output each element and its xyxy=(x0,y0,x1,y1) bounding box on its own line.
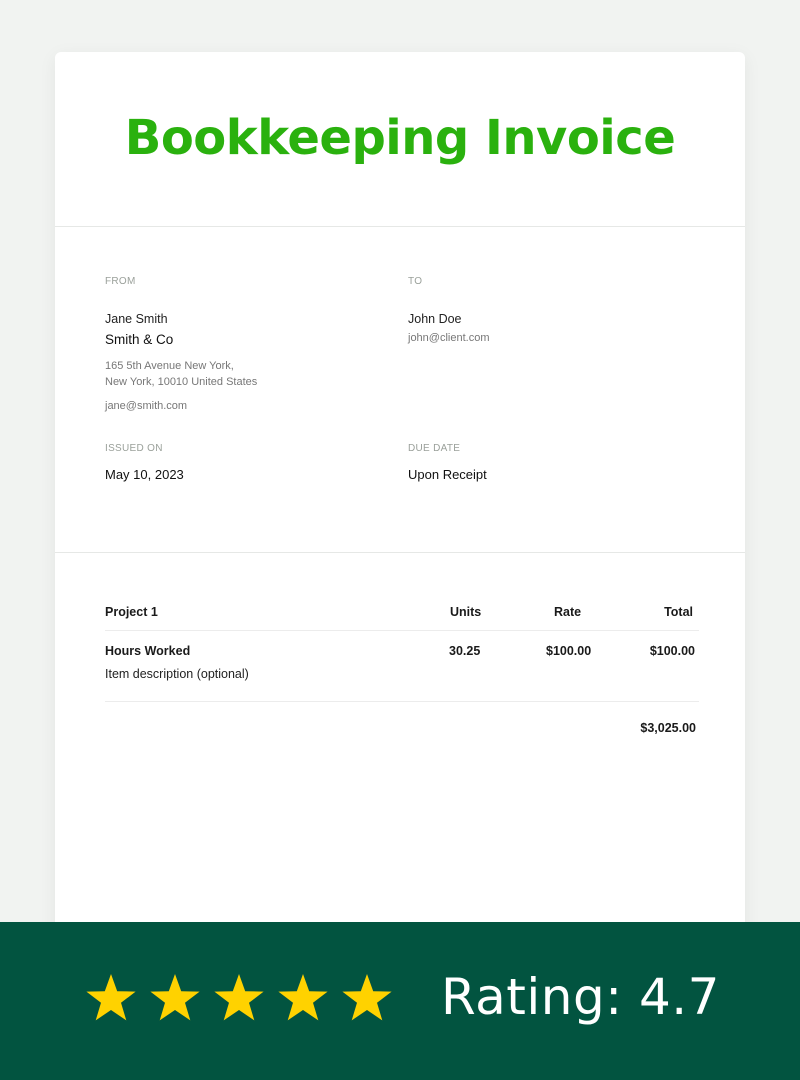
row-description: Item description (optional) xyxy=(105,667,249,681)
header-divider xyxy=(105,630,699,631)
row-item-name: Hours Worked xyxy=(105,644,191,658)
to-label: TO xyxy=(408,276,423,287)
from-name: Jane Smith xyxy=(105,312,168,326)
star-icon xyxy=(86,974,136,1021)
rows-divider xyxy=(105,701,699,702)
issued-on-label: ISSUED ON xyxy=(105,443,163,454)
to-name: John Doe xyxy=(408,312,462,326)
invoice-card: Bookkeeping Invoice FROM Jane Smith Smit… xyxy=(55,52,745,952)
invoice-header: Bookkeeping Invoice xyxy=(55,52,745,227)
from-company: Smith & Co xyxy=(105,332,174,347)
grand-total: $3,025.00 xyxy=(640,721,696,735)
invoice-title: Bookkeeping Invoice xyxy=(124,110,676,166)
row-total: $100.00 xyxy=(649,644,695,658)
from-email: jane@smith.com xyxy=(105,400,188,412)
star-icon xyxy=(342,974,392,1021)
rating-banner: Rating: 4.7 xyxy=(0,922,800,1080)
from-label: FROM xyxy=(105,276,136,287)
col-header-total: Total xyxy=(664,605,693,619)
from-address-line1: 165 5th Avenue New York, xyxy=(105,360,234,372)
to-email: john@client.com xyxy=(408,332,490,344)
star-icon xyxy=(150,974,200,1021)
col-header-rate: Rate xyxy=(554,605,582,619)
star-icon xyxy=(214,974,264,1021)
invoice-parties: FROM Jane Smith Smith & Co 165 5th Avenu… xyxy=(55,228,745,553)
rating-text: Rating: 4.7 xyxy=(441,968,720,1026)
from-address-line2: New York, 10010 United States xyxy=(105,376,258,388)
col-header-units: Units xyxy=(450,605,482,619)
issued-on-value: May 10, 2023 xyxy=(105,467,184,482)
row-units: 30.25 xyxy=(449,644,481,658)
star-icon xyxy=(278,974,328,1021)
col-header-project: Project 1 xyxy=(105,605,158,619)
row-rate: $100.00 xyxy=(546,644,592,658)
due-date-label: DUE DATE xyxy=(408,443,461,454)
due-date-value: Upon Receipt xyxy=(408,467,487,482)
rating-stars xyxy=(85,973,393,1023)
